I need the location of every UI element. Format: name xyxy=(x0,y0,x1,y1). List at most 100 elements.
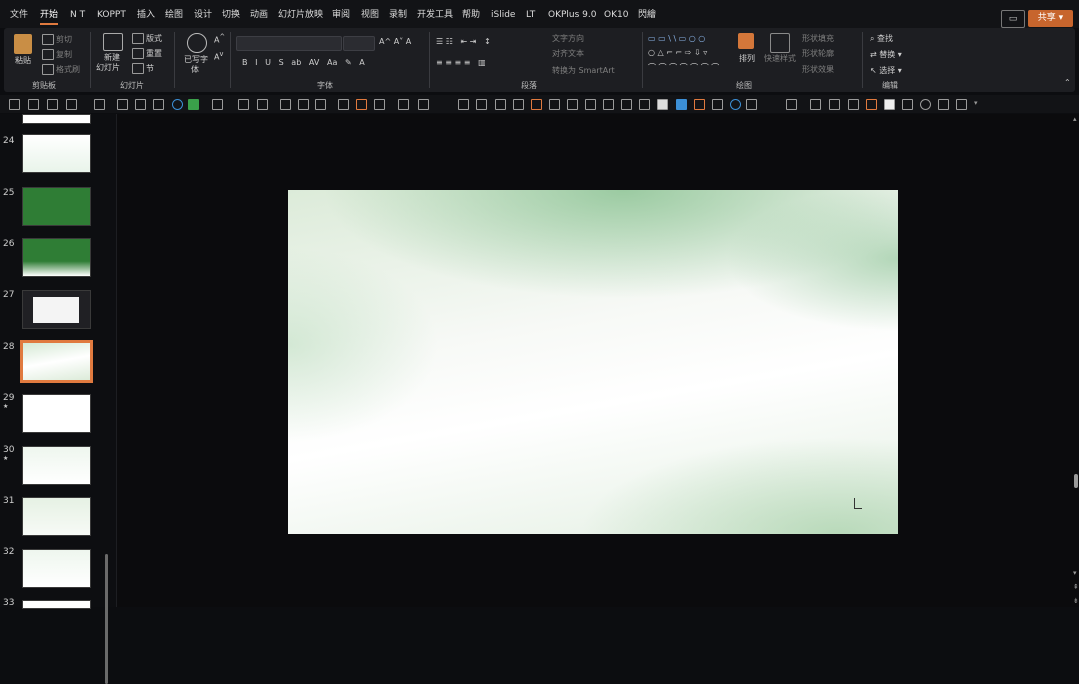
new-slide-icon[interactable] xyxy=(103,33,123,51)
canvas-scrollbar[interactable] xyxy=(1074,474,1078,488)
panel-scrollbar[interactable] xyxy=(105,554,108,684)
align-bottom-icon[interactable] xyxy=(639,99,650,110)
grow-font-icon[interactable]: A^ A˅ A xyxy=(379,37,411,46)
print-icon[interactable] xyxy=(9,99,20,110)
font-format-icons[interactable]: B I U S ab AV Aa ✎ A xyxy=(242,58,365,67)
menu-ok10[interactable]: OK10 xyxy=(604,8,628,22)
align-middle-icon[interactable] xyxy=(621,99,632,110)
menu-draw[interactable]: 绘图 xyxy=(165,8,183,22)
scroll-up-icon[interactable]: ▴ xyxy=(1073,116,1079,123)
section-label[interactable]: 节 xyxy=(146,63,154,74)
crop-icon[interactable] xyxy=(66,99,77,110)
slide-thumbnail-32[interactable] xyxy=(22,549,91,588)
current-slide[interactable] xyxy=(288,190,898,534)
text-direction-label[interactable]: 文字方向 xyxy=(552,33,584,44)
slide-thumbnail-prev[interactable] xyxy=(22,114,91,124)
layout-label[interactable]: 版式 xyxy=(146,33,162,44)
menu-okplus[interactable]: OKPlus 9.0 xyxy=(548,8,596,22)
cut-icon[interactable] xyxy=(42,34,54,45)
copy-icon[interactable] xyxy=(902,99,913,110)
shape-effects-label[interactable]: 形状效果 xyxy=(802,64,834,75)
shape-outline-label[interactable]: 形状轮廓 xyxy=(802,48,834,59)
smartart-label[interactable]: 转换为 SmartArt xyxy=(552,65,615,76)
align-right-icon[interactable] xyxy=(567,99,578,110)
select-button[interactable]: ↖ 选择 ▾ xyxy=(870,65,902,76)
menu-home[interactable]: 开始 xyxy=(40,8,59,25)
menu-transitions[interactable]: 切换 xyxy=(222,8,240,22)
replace-button[interactable]: ⇄ 替换 ▾ xyxy=(870,49,902,60)
font-size-down-icon[interactable]: Av xyxy=(214,50,223,62)
orange-tool-icon[interactable] xyxy=(531,99,542,110)
copy-label[interactable]: 复制 xyxy=(56,49,72,60)
slide-thumbnail-25[interactable] xyxy=(22,187,91,226)
checkbox-icon[interactable] xyxy=(746,99,757,110)
align-icons[interactable]: ≡ ≡ ≡ ≡ ▥ xyxy=(436,58,486,67)
circle-icon[interactable] xyxy=(730,99,741,110)
menu-islide[interactable]: iSlide xyxy=(491,8,515,22)
slide-thumbnail-31[interactable] xyxy=(22,497,91,536)
menu-lt[interactable]: LT xyxy=(526,8,535,22)
find-button[interactable]: ⌕ 查找 xyxy=(870,33,893,44)
close-box-icon[interactable] xyxy=(513,99,524,110)
handwriting-font-icon[interactable] xyxy=(187,33,207,53)
align-left-icon[interactable] xyxy=(549,99,560,110)
slide-thumbnail-24[interactable] xyxy=(22,134,91,173)
shapes-gallery[interactable]: ▭ ▭ \ \ ▭ ○ ○ xyxy=(648,34,705,43)
menu-nt[interactable]: N T xyxy=(70,8,85,22)
share-button[interactable]: 共享 ▾ xyxy=(1028,10,1073,27)
image-edit-icon[interactable] xyxy=(829,99,840,110)
align-center-icon[interactable] xyxy=(585,99,596,110)
menu-file[interactable]: 文件 xyxy=(10,8,28,22)
transform-icon[interactable] xyxy=(135,99,146,110)
font-size-up-icon[interactable]: A^ xyxy=(214,33,225,45)
menu-koppt[interactable]: KOPPT xyxy=(97,8,126,22)
frame-icon[interactable] xyxy=(153,99,164,110)
align-text-label[interactable]: 对齐文本 xyxy=(552,48,584,59)
draw-icon[interactable] xyxy=(280,99,291,110)
compress-icon[interactable] xyxy=(866,99,877,110)
slide-thumbnail-27[interactable] xyxy=(22,290,91,329)
menu-insert[interactable]: 插入 xyxy=(137,8,155,22)
slide-thumbnail-30[interactable] xyxy=(22,446,91,485)
white-fill-icon[interactable] xyxy=(884,99,895,110)
comment-icon[interactable]: ▭ xyxy=(1001,10,1025,28)
pause-icon[interactable] xyxy=(712,99,723,110)
arrange-label[interactable]: 排列 xyxy=(739,53,755,64)
cut-label[interactable]: 剪切 xyxy=(56,34,72,45)
section-icon[interactable] xyxy=(132,63,144,74)
blue-square-icon[interactable] xyxy=(676,99,687,110)
rotate-icon[interactable] xyxy=(810,99,821,110)
copy-icon[interactable] xyxy=(42,49,54,60)
align-top-icon[interactable] xyxy=(603,99,614,110)
chart-icon[interactable] xyxy=(298,99,309,110)
shape-fill-label[interactable]: 形状填充 xyxy=(802,33,834,44)
paste-icon[interactable] xyxy=(14,34,32,54)
new-slide-label-2[interactable]: 幻灯片 xyxy=(96,62,120,73)
picture-icon[interactable] xyxy=(47,99,58,110)
menu-slideshow[interactable]: 幻灯片放映 xyxy=(278,8,323,22)
picture-format-icon[interactable] xyxy=(418,99,429,110)
text-color-icon[interactable] xyxy=(94,99,105,110)
text-box-icon[interactable] xyxy=(495,99,506,110)
quick-styles-label[interactable]: 快速样式 xyxy=(764,53,796,64)
shapes-gallery-row3[interactable]: ⌒ ⌒ ⌒ ⌒ ⌒ ⌒ ⌒ xyxy=(648,62,719,73)
layout-icon[interactable] xyxy=(132,33,144,44)
image-icon[interactable] xyxy=(28,99,39,110)
menu-animations[interactable]: 动画 xyxy=(250,8,268,22)
menu-help[interactable]: 帮助 xyxy=(462,8,480,22)
scroll-page-up-icon[interactable]: ⇞ xyxy=(1073,584,1079,591)
collapse-ribbon-icon[interactable]: ⌃ xyxy=(1064,78,1071,87)
slide-thumbnail-26[interactable] xyxy=(22,238,91,277)
brush-icon[interactable] xyxy=(398,99,409,110)
format-painter-icon[interactable] xyxy=(42,64,54,75)
arrange-icon[interactable] xyxy=(738,33,754,49)
shapes-gallery-row2[interactable]: ○ △ ⌐ ⌐ ⇨ ⇩ ▿ xyxy=(648,48,707,57)
effect-icon[interactable] xyxy=(920,99,931,110)
slide-thumbnail-33[interactable] xyxy=(22,600,91,609)
menu-shanhui[interactable]: 閃繪 xyxy=(638,8,656,22)
scroll-page-down-icon[interactable]: ⇟ xyxy=(1073,598,1079,605)
edit-shape-icon[interactable] xyxy=(257,99,268,110)
list-icons[interactable]: ☰ ☷ ⇤ ⇥ ↕ xyxy=(436,37,491,46)
quick-styles-icon[interactable] xyxy=(770,33,790,53)
fill-color-icon[interactable] xyxy=(188,99,199,110)
